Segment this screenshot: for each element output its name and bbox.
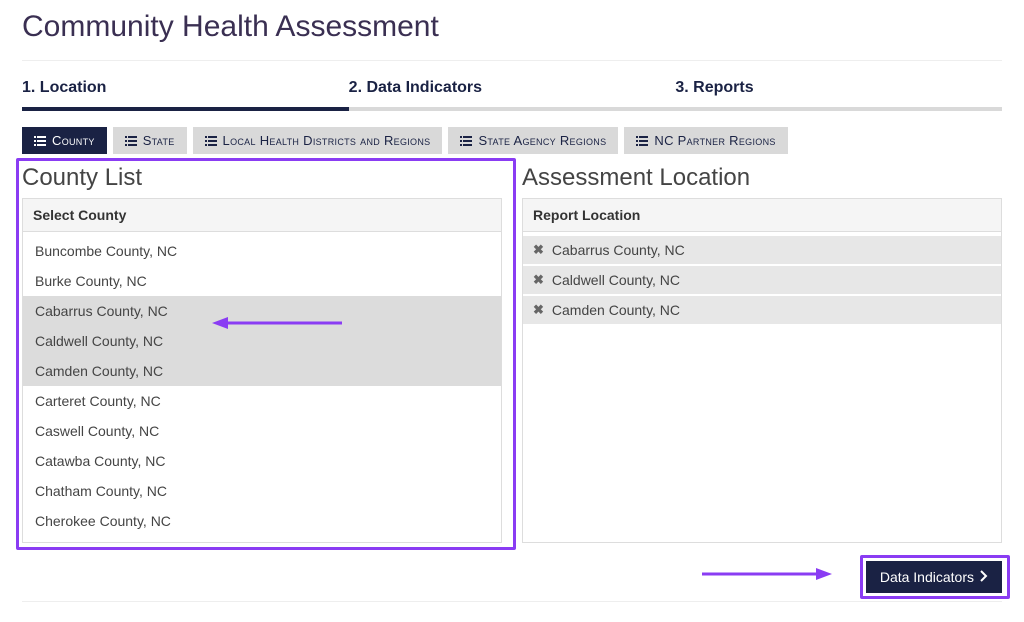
county-item[interactable]: Burke County, NC	[23, 266, 501, 296]
step-3[interactable]: 3. Reports	[675, 71, 1002, 111]
selected-location-item: ✖ Camden County, NC	[523, 296, 1001, 324]
county-item[interactable]: Cabarrus County, NC	[23, 296, 501, 326]
county-list-header: Select County	[23, 199, 501, 232]
county-item[interactable]: Catawba County, NC	[23, 446, 501, 476]
county-item[interactable]: Chatham County, NC	[23, 476, 501, 506]
list-icon	[636, 136, 648, 146]
selected-location-item: ✖ Caldwell County, NC	[523, 266, 1001, 294]
county-item[interactable]: Buncombe County, NC	[23, 236, 501, 266]
region-tab-label: State	[143, 133, 175, 148]
step-1[interactable]: 1. Location	[22, 71, 349, 111]
remove-location-icon[interactable]: ✖	[533, 242, 544, 258]
region-tab-state-agency-regions[interactable]: State Agency Regions	[448, 127, 618, 154]
region-tab-local-health-districts-and-regions[interactable]: Local Health Districts and Regions	[193, 127, 443, 154]
assessment-location-title: Assessment Location	[522, 164, 1002, 192]
report-location-scroll[interactable]: ✖ Cabarrus County, NC ✖ Caldwell County, NC…	[523, 232, 1001, 542]
county-item[interactable]: Cherokee County, NC	[23, 506, 501, 536]
county-item[interactable]: Carteret County, NC	[23, 386, 501, 416]
list-icon	[125, 136, 137, 146]
region-tab-state[interactable]: State	[113, 127, 187, 154]
county-item[interactable]: Caswell County, NC	[23, 416, 501, 446]
list-icon	[205, 136, 217, 146]
assessment-location-panel: Assessment Location Report Location ✖ Cab…	[522, 164, 1002, 543]
region-tab-label: Local Health Districts and Regions	[223, 133, 431, 148]
selected-location-item: ✖ Cabarrus County, NC	[523, 236, 1001, 264]
county-list-panel: County List Select County Buncombe Count…	[22, 164, 502, 543]
region-tab-label: State Agency Regions	[478, 133, 606, 148]
step-nav: 1. Location2. Data Indicators3. Reports	[22, 71, 1002, 111]
step-2[interactable]: 2. Data Indicators	[349, 71, 676, 111]
next-button-label: Data Indicators	[880, 569, 974, 585]
region-tab-label: NC Partner Regions	[654, 133, 775, 148]
region-tab-nc-partner-regions[interactable]: NC Partner Regions	[624, 127, 787, 154]
selected-location-label: Camden County, NC	[552, 302, 680, 318]
county-list-title: County List	[22, 164, 502, 192]
region-tab-county[interactable]: County	[22, 127, 107, 154]
chevron-right-icon	[980, 569, 988, 585]
page-title: Community Health Assessment	[22, 0, 1002, 61]
remove-location-icon[interactable]: ✖	[533, 302, 544, 318]
list-icon	[460, 136, 472, 146]
county-item[interactable]: Chowan County, NC	[23, 536, 501, 542]
county-item[interactable]: Camden County, NC	[23, 356, 501, 386]
selected-location-label: Cabarrus County, NC	[552, 242, 685, 258]
county-list-scroll[interactable]: Buncombe County, NCBurke County, NCCabar…	[23, 232, 501, 542]
data-indicators-button[interactable]: Data Indicators	[866, 561, 1002, 593]
remove-location-icon[interactable]: ✖	[533, 272, 544, 288]
report-location-header: Report Location	[523, 199, 1001, 232]
selected-location-label: Caldwell County, NC	[552, 272, 680, 288]
region-tab-label: County	[52, 133, 95, 148]
list-icon	[34, 136, 46, 146]
arrow-annotation-next	[702, 567, 832, 581]
region-tabs: County State Local Health Districts and Re…	[22, 127, 1002, 154]
county-item[interactable]: Caldwell County, NC	[23, 326, 501, 356]
